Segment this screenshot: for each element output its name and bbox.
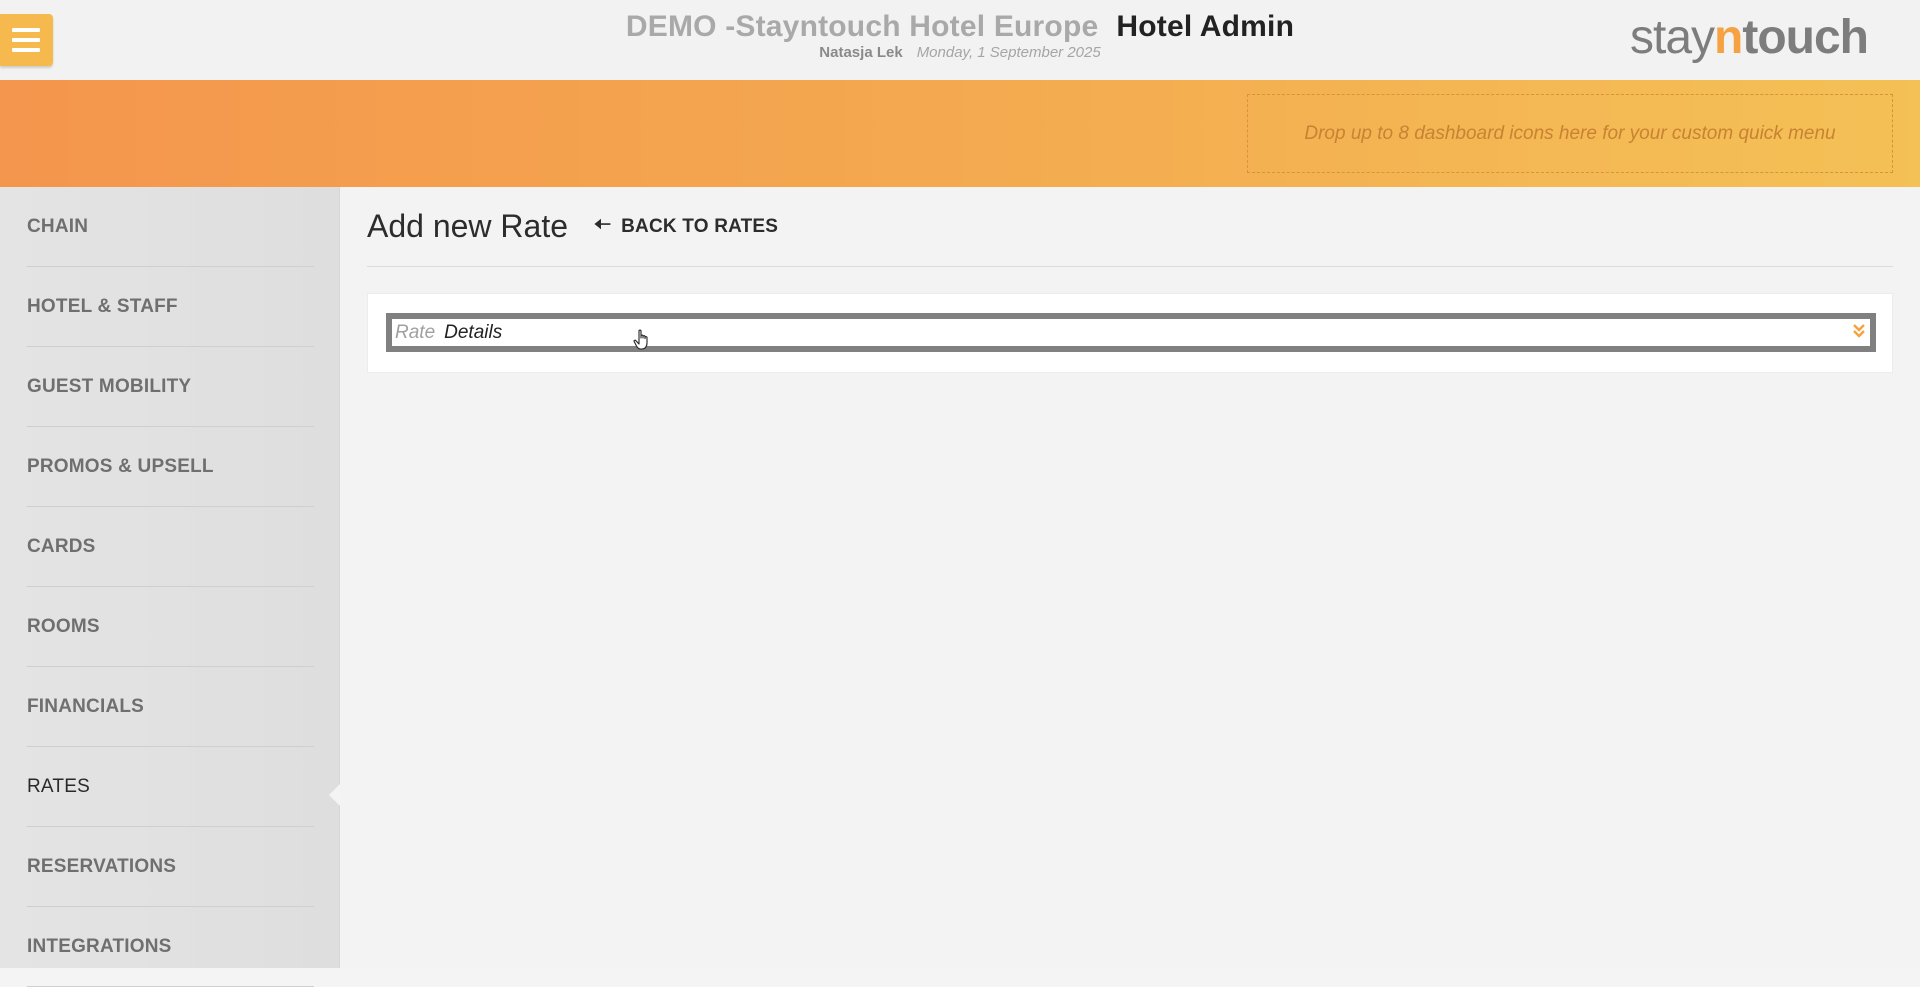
main-content: Add new Rate 🠠 BACK TO RATES Rate Detail… [341,187,1920,968]
hand-cursor-icon [633,329,648,350]
sidebar-item-label: ROOMS [27,615,100,637]
admin-sidebar: CHAIN HOTEL & STAFF GUEST MOBILITY PROMO… [0,187,341,987]
back-to-rates-link[interactable]: 🠠 BACK TO RATES [594,210,778,244]
sidebar-item-label: INTEGRATIONS [27,935,172,957]
sidebar-item-guest-mobility[interactable]: GUEST MOBILITY [27,347,314,427]
user-name: Natasja Lek [819,44,903,61]
sidebar-item-label: GUEST MOBILITY [27,375,192,397]
page-header: Add new Rate 🠠 BACK TO RATES [367,187,1893,267]
sidebar-item-label: PROMOS & UPSELL [27,455,214,477]
app-name: Hotel Admin [1116,10,1295,43]
sidebar-item-label: RATES [27,775,90,797]
sidebar-item-reservations[interactable]: RESERVATIONS [27,827,314,907]
double-chevron-down-icon[interactable] [1852,322,1866,340]
sidebar-item-financials[interactable]: FINANCIALS [27,667,314,747]
rate-name-field[interactable]: Rate Details [386,313,1876,352]
sidebar-item-hotel-staff[interactable]: HOTEL & STAFF [27,267,314,347]
sidebar-item-label: HOTEL & STAFF [27,295,178,317]
active-item-pointer [329,783,341,807]
rate-form-card: Rate Details [367,293,1893,373]
quick-menu-dropzone[interactable]: Drop up to 8 dashboard icons here for yo… [1247,94,1893,173]
hotel-name: DEMO -Stayntouch Hotel Europe [625,10,1099,43]
sidebar-item-label: CARDS [27,535,96,557]
rate-name-input[interactable] [392,319,1870,346]
top-header: DEMO -Stayntouch Hotel Europe Hotel Admin… [0,0,1920,80]
sidebar-item-cards[interactable]: CARDS [27,507,314,587]
dropzone-text: Drop up to 8 dashboard icons here for yo… [1304,122,1836,144]
sidebar-item-integrations[interactable]: INTEGRATIONS [27,907,314,987]
sidebar-item-rates[interactable]: RATES [27,747,314,827]
stayntouch-logo: stayntouch [1630,11,1869,64]
quick-menu-banner: Drop up to 8 dashboard icons here for yo… [0,80,1920,187]
page-title: Add new Rate [367,208,569,244]
sidebar-item-label: CHAIN [27,215,89,237]
sidebar-item-label: FINANCIALS [27,695,145,717]
sidebar-item-rooms[interactable]: ROOMS [27,587,314,667]
business-date: Monday, 1 September 2025 [916,44,1101,61]
sidebar-item-chain[interactable]: CHAIN [27,187,314,267]
arrow-left-icon: 🠠 [594,213,612,236]
back-link-label: BACK TO RATES [621,215,779,237]
sidebar-item-label: RESERVATIONS [27,855,177,877]
sidebar-item-promos-upsell[interactable]: PROMOS & UPSELL [27,427,314,507]
